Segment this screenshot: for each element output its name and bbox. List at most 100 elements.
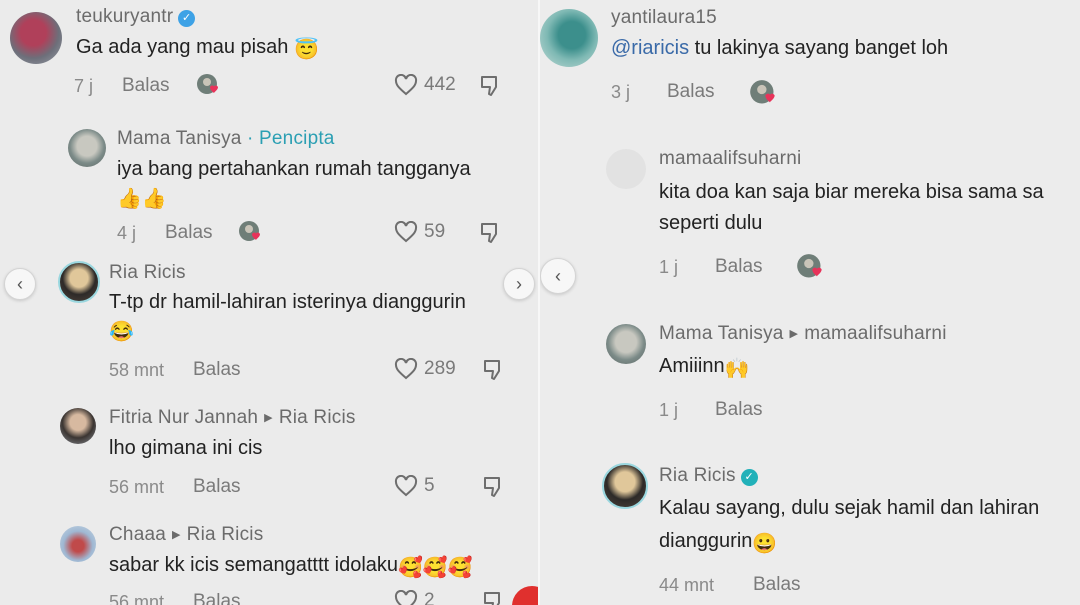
reply-button[interactable]: Balas	[753, 574, 801, 596]
timestamp: 58 mnt	[109, 360, 165, 380]
like-count: 2	[424, 590, 435, 605]
username-text: yantilaura15	[611, 7, 717, 28]
reply-button[interactable]: Balas	[122, 75, 170, 97]
reply-to-user[interactable]: Ria Ricis	[187, 524, 264, 545]
username[interactable]: Fitria Nur Jannah ▶ Ria Ricis	[109, 407, 356, 429]
comment-text: Kalau sayang, dulu sejak hamil dan lahir…	[659, 493, 1039, 524]
avatar[interactable]	[60, 526, 96, 562]
avatar[interactable]	[68, 129, 106, 167]
username[interactable]: Ria Ricis	[109, 262, 186, 284]
comment-text: iya bang pertahankan rumah tangganya	[117, 154, 471, 185]
username[interactable]: yantilaura15	[611, 7, 717, 29]
username-text: Chaaa	[109, 524, 166, 545]
emoji: 😂	[109, 321, 134, 343]
timestamp: 4 j	[117, 223, 137, 243]
username[interactable]: teukuryantr ✓	[76, 6, 196, 28]
reply-button[interactable]: Balas	[193, 591, 241, 605]
like-button[interactable]: 289	[394, 358, 456, 380]
comment-text: lho gimana ini cis	[109, 433, 262, 464]
comment-body: Amiiinn	[659, 355, 725, 377]
reply-button[interactable]: Balas	[165, 222, 213, 244]
heart-icon	[394, 221, 418, 243]
like-button[interactable]: 2	[394, 590, 435, 605]
reply-to-user[interactable]: Ria Ricis	[279, 407, 356, 428]
username[interactable]: Chaaa ▶ Ria Ricis	[109, 524, 263, 546]
previous-button[interactable]: ‹	[540, 258, 576, 294]
dislike-icon[interactable]	[481, 358, 505, 382]
username[interactable]: Ria Ricis ✓	[659, 465, 758, 487]
timestamp: 1 j	[659, 257, 679, 277]
avatar[interactable]	[606, 324, 646, 364]
creator-liked-icon	[197, 74, 218, 94]
username[interactable]: mamaalifsuharni	[659, 148, 801, 170]
like-count: 59	[424, 221, 446, 242]
username-text: Ria Ricis	[659, 465, 736, 486]
reply-button[interactable]: Balas	[193, 359, 241, 381]
comment-text-line2: seperti dulu	[659, 208, 762, 239]
emoji: 😇	[293, 39, 319, 61]
reply-button[interactable]: Balas	[193, 476, 241, 498]
right-comment-panel: yantilaura15 @riaricis tu lakinya sayang…	[540, 0, 1080, 605]
comment-text: Amiiinn🙌	[659, 351, 749, 385]
timestamp: 1 j	[659, 400, 679, 420]
username-text: Ria Ricis	[109, 262, 186, 283]
username-text: mamaalifsuharni	[659, 148, 802, 169]
heart-icon	[394, 358, 418, 380]
avatar[interactable]	[540, 9, 598, 67]
timestamp: 3 j	[611, 82, 631, 102]
next-button[interactable]: ›	[503, 268, 535, 300]
heart-icon	[394, 590, 418, 605]
previous-button[interactable]: ‹	[4, 268, 36, 300]
chevron-left-icon: ‹	[17, 273, 23, 294]
emoji: 🥰🥰🥰	[398, 557, 473, 579]
username[interactable]: Mama Tanisya ▶ mamaalifsuharni	[659, 323, 947, 345]
comment-body: Kalau sayang, dulu sejak hamil dan lahir…	[659, 497, 1040, 519]
creator-liked-icon	[797, 254, 822, 278]
creator-liked-icon	[750, 80, 775, 104]
comment-body: sabar kk icis semangatttt idolaku	[109, 554, 399, 576]
timestamp: 56 mnt	[109, 592, 165, 605]
comment-text: kita doa kan saja biar mereka bisa sama …	[659, 177, 1044, 208]
creator-tag: · Pencipta	[247, 128, 335, 149]
comment-text-line2: dianggurin😀	[659, 526, 777, 560]
reply-to-user[interactable]: mamaalifsuharni	[804, 323, 946, 344]
heart-icon	[394, 475, 418, 497]
chevron-right-icon: ›	[516, 273, 522, 294]
verified-icon: ✓	[178, 10, 196, 27]
comment-body: kita doa kan saja biar mereka bisa sama …	[659, 181, 1044, 203]
verified-icon: ✓	[740, 469, 758, 486]
username-text: teukuryantr	[76, 6, 174, 27]
reply-button[interactable]: Balas	[715, 399, 763, 421]
username[interactable]: Mama Tanisya · Pencipta	[117, 128, 335, 150]
reply-button[interactable]: Balas	[715, 256, 763, 278]
like-count: 289	[424, 358, 456, 379]
comment-text: sabar kk icis semangatttt idolaku🥰🥰🥰	[109, 550, 473, 584]
username-text: Mama Tanisya	[117, 128, 242, 149]
avatar[interactable]	[602, 463, 648, 509]
avatar[interactable]	[606, 149, 646, 189]
mention-link[interactable]: @riaricis	[611, 37, 689, 59]
dislike-icon[interactable]	[481, 475, 505, 499]
timestamp: 44 mnt	[659, 575, 715, 595]
comment-text: Ga ada yang mau pisah 😇	[76, 32, 319, 66]
timestamp: 7 j	[74, 76, 94, 96]
like-button[interactable]: 59	[394, 221, 445, 243]
left-comment-panel: teukuryantr ✓ Ga ada yang mau pisah 😇 7 j…	[0, 0, 538, 605]
emoji: 👍👍	[117, 188, 167, 210]
dislike-icon[interactable]	[478, 221, 502, 245]
like-button[interactable]: 5	[394, 475, 435, 497]
timestamp: 56 mnt	[109, 477, 165, 497]
comment-body: Ga ada yang mau pisah	[76, 36, 289, 58]
emoji: 🙌	[724, 358, 750, 380]
dislike-icon[interactable]	[481, 590, 505, 605]
comment-body: tu lakinya sayang banget loh	[689, 37, 949, 59]
avatar[interactable]	[10, 12, 62, 64]
avatar[interactable]	[60, 408, 96, 444]
reply-arrow-icon: ▶	[172, 529, 181, 541]
reply-button[interactable]: Balas	[667, 81, 715, 103]
like-button[interactable]: 442	[394, 74, 456, 96]
username-text: Mama Tanisya	[659, 323, 784, 344]
avatar[interactable]	[58, 261, 100, 303]
comment-body: iya bang pertahankan rumah tangganya	[117, 158, 471, 180]
dislike-icon[interactable]	[478, 74, 502, 98]
